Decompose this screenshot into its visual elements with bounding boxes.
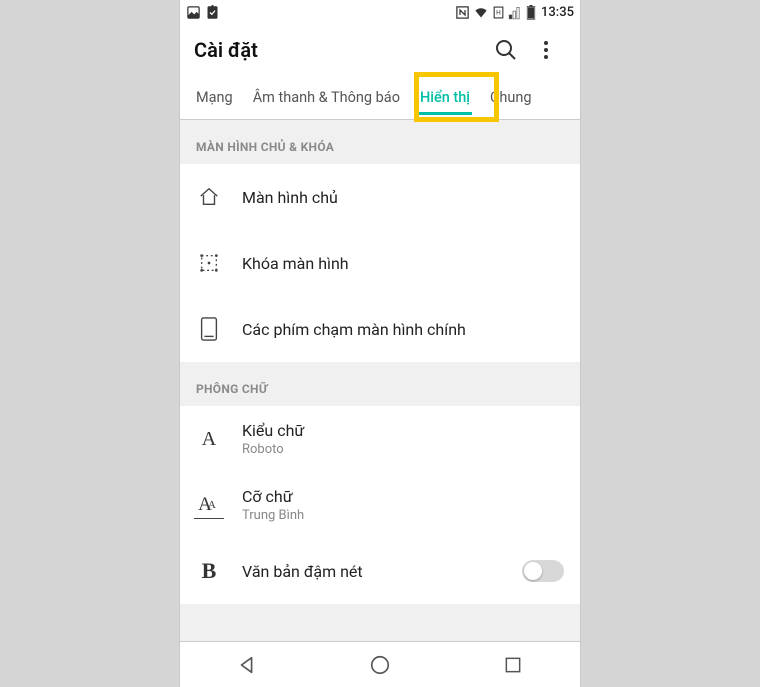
row-home-screen[interactable]: Màn hình chủ <box>180 164 580 230</box>
wifi-icon <box>473 5 489 20</box>
phone-frame: H 13:35 Cài đặt Mạng Âm thanh & Thông bá… <box>179 0 581 687</box>
status-bar: H 13:35 <box>180 0 580 24</box>
home-circle-icon <box>369 654 391 676</box>
bold-text-toggle[interactable] <box>522 560 564 582</box>
row-subtitle: Trung Bình <box>242 508 564 523</box>
signal-icon <box>508 5 523 20</box>
title-bar: Cài đặt <box>180 24 580 76</box>
nav-back-button[interactable] <box>217 654 277 676</box>
row-font-style[interactable]: A Kiểu chữ Roboto <box>180 406 580 472</box>
clock-text: 13:35 <box>541 5 574 20</box>
font-aa-icon: AA <box>196 494 222 516</box>
nfc-icon <box>455 5 470 20</box>
back-triangle-icon <box>236 654 258 676</box>
navigation-bar <box>180 641 580 687</box>
settings-list[interactable]: MÀN HÌNH CHỦ & KHÓA Màn hình chủ Khóa mà… <box>180 120 580 641</box>
tab-display[interactable]: Hiển thị <box>410 76 480 119</box>
home-icon <box>196 186 222 208</box>
svg-text:H: H <box>496 8 501 16</box>
row-lock-screen[interactable]: Khóa màn hình <box>180 230 580 296</box>
row-bold-text[interactable]: B Văn bản đậm nét <box>180 538 580 604</box>
phone-outline-icon <box>196 317 222 341</box>
section-header-home-lock: MÀN HÌNH CHỦ & KHÓA <box>180 120 580 164</box>
row-subtitle: Roboto <box>242 442 564 457</box>
search-button[interactable] <box>486 30 526 70</box>
more-button[interactable] <box>526 30 566 70</box>
data-icon: H <box>492 5 505 20</box>
clipboard-check-icon <box>205 5 220 20</box>
font-b-icon: B <box>196 558 222 584</box>
row-title: Cỡ chữ <box>242 487 564 506</box>
recent-square-icon <box>503 655 523 675</box>
row-title: Các phím chạm màn hình chính <box>242 320 564 339</box>
row-title: Văn bản đậm nét <box>242 562 502 581</box>
row-touch-keys[interactable]: Các phím chạm màn hình chính <box>180 296 580 362</box>
row-title: Khóa màn hình <box>242 254 564 273</box>
font-a-icon: A <box>196 428 222 451</box>
section-header-font: PHÔNG CHỮ <box>180 362 580 406</box>
tab-bar: Mạng Âm thanh & Thông báo Hiển thị Chung <box>180 76 580 120</box>
tab-general[interactable]: Chung <box>480 76 542 119</box>
battery-icon <box>526 5 536 20</box>
row-title: Kiểu chữ <box>242 421 564 440</box>
nav-home-button[interactable] <box>350 654 410 676</box>
more-vert-icon <box>534 38 558 62</box>
row-font-size[interactable]: AA Cỡ chữ Trung Bình <box>180 472 580 538</box>
tab-sound[interactable]: Âm thanh & Thông báo <box>243 76 410 119</box>
tab-network[interactable]: Mạng <box>186 76 243 119</box>
nav-recent-button[interactable] <box>483 655 543 675</box>
lock-frame-icon <box>196 252 222 274</box>
search-icon <box>494 38 518 62</box>
row-title: Màn hình chủ <box>242 188 564 207</box>
page-title: Cài đặt <box>194 38 486 62</box>
image-icon <box>186 5 201 20</box>
